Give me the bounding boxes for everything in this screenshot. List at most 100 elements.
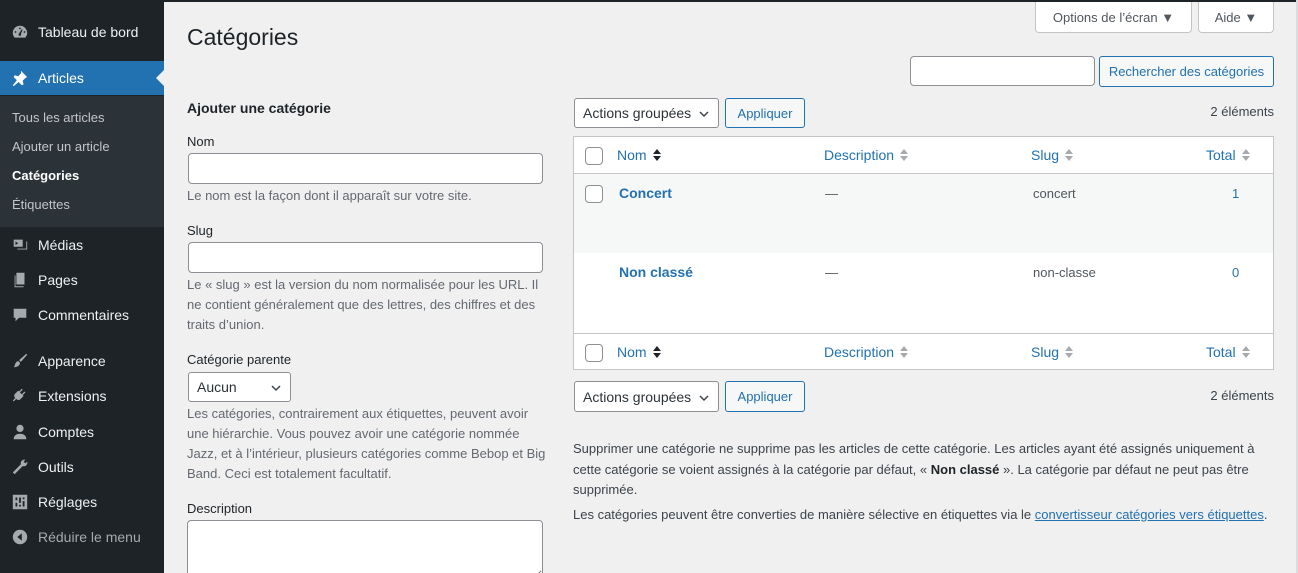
category-description: — — [825, 186, 838, 201]
column-count-footer[interactable]: Total — [1206, 344, 1251, 360]
default-category-name: Non classé — [930, 461, 1000, 477]
menu-settings[interactable]: Réglages — [0, 485, 164, 519]
apply-button-bottom[interactable]: Appliquer — [725, 381, 805, 412]
menu-media[interactable]: Médias — [0, 228, 164, 262]
menu-label: Réduire le menu — [38, 529, 141, 545]
sort-icon — [652, 346, 661, 358]
help-button[interactable]: Aide ▼ — [1198, 2, 1274, 33]
collapse-icon — [10, 527, 30, 547]
items-count-top: 2 éléments — [1210, 104, 1274, 119]
chevron-down-icon — [698, 391, 710, 403]
plugin-icon — [10, 386, 30, 406]
search-categories-button[interactable]: Rechercher des catégories — [1099, 56, 1274, 87]
sort-icon — [1241, 346, 1250, 358]
parent-label: Catégorie parente — [187, 352, 292, 367]
column-count-label: Total — [1206, 147, 1236, 163]
menu-label: Pages — [38, 272, 78, 288]
menu-dashboard[interactable]: Tableau de bord — [0, 15, 164, 49]
bulk-select-value: Actions groupées — [583, 388, 692, 405]
categories-table: Nom Description Slug Total Concert — con… — [573, 136, 1274, 370]
column-description-footer[interactable]: Description — [824, 344, 909, 360]
name-field[interactable] — [188, 153, 543, 184]
table-row: Concert — concert 1 — [574, 174, 1273, 253]
menu-pages[interactable]: Pages — [0, 263, 164, 297]
wrench-icon — [10, 457, 30, 477]
name-label: Nom — [187, 134, 215, 149]
menu-users[interactable]: Comptes — [0, 415, 164, 449]
apply-button-top[interactable]: Appliquer — [725, 98, 805, 128]
menu-label: Outils — [38, 459, 74, 475]
select-all-checkbox[interactable] — [585, 147, 603, 165]
category-description: — — [825, 265, 838, 280]
delete-category-note: Supprimer une catégorie ne supprime pas … — [573, 439, 1273, 501]
menu-label: Extensions — [38, 388, 107, 404]
submenu-categories[interactable]: Catégories — [12, 168, 79, 183]
category-slug: non-classe — [1033, 265, 1096, 280]
menu-comments[interactable]: Commentaires — [0, 298, 164, 332]
menu-label: Comptes — [38, 424, 95, 440]
sort-icon — [652, 149, 661, 161]
column-name[interactable]: Nom — [617, 147, 662, 163]
menu-label: Réglages — [38, 494, 98, 510]
column-name-label: Nom — [617, 344, 647, 360]
paintbrush-icon — [10, 351, 30, 371]
category-name-link[interactable]: Non classé — [619, 264, 693, 280]
screen-options-button[interactable]: Options de l’écran ▼ — [1035, 2, 1192, 33]
converter-note: Les catégories peuvent être converties d… — [573, 505, 1273, 526]
column-description[interactable]: Description — [824, 147, 909, 163]
column-description-label: Description — [824, 147, 895, 163]
items-count-bottom: 2 éléments — [1210, 388, 1274, 403]
submenu-all-posts[interactable]: Tous les articles — [12, 110, 104, 125]
comment-icon — [10, 305, 30, 325]
category-count-link[interactable]: 0 — [1232, 265, 1239, 280]
submenu-tags[interactable]: Étiquettes — [12, 197, 70, 212]
menu-plugins[interactable]: Extensions — [0, 379, 164, 413]
description-field[interactable] — [187, 520, 543, 573]
column-count-label: Total — [1206, 344, 1236, 360]
collapse-menu[interactable]: Réduire le menu — [0, 520, 164, 554]
table-row: Non classé — non-classe 0 — [574, 253, 1273, 332]
column-slug-label: Slug — [1031, 147, 1060, 163]
category-count-link[interactable]: 1 — [1232, 186, 1239, 201]
settings-icon — [10, 492, 30, 512]
parent-category-select[interactable]: Aucun — [188, 372, 291, 402]
bulk-select-value: Actions groupées — [583, 105, 692, 121]
submenu-add-post[interactable]: Ajouter un article — [12, 139, 110, 154]
add-category-heading: Ajouter une catégorie — [187, 100, 331, 116]
menu-label: Apparence — [38, 353, 106, 369]
slug-field[interactable] — [188, 242, 543, 273]
menu-tools[interactable]: Outils — [0, 450, 164, 484]
menu-label: Médias — [38, 237, 84, 253]
menu-appearance[interactable]: Apparence — [0, 344, 164, 378]
page-title: Catégories — [187, 24, 299, 50]
pages-icon — [10, 270, 30, 290]
parent-help: Les catégories, contrairement aux étique… — [187, 406, 546, 481]
column-slug[interactable]: Slug — [1031, 147, 1074, 163]
admin-sidebar: Tableau de bord Articles Tous les articl… — [0, 0, 164, 573]
category-name-link[interactable]: Concert — [619, 185, 672, 201]
table-footer: Nom Description Slug Total — [574, 333, 1273, 370]
column-slug-label: Slug — [1031, 344, 1060, 360]
pushpin-icon — [10, 68, 30, 88]
column-slug-footer[interactable]: Slug — [1031, 344, 1074, 360]
menu-label: Articles — [38, 70, 84, 86]
table-header: Nom Description Slug Total — [574, 137, 1273, 174]
menu-posts[interactable]: Articles — [0, 61, 164, 95]
row-checkbox[interactable] — [585, 185, 603, 203]
column-name-footer[interactable]: Nom — [617, 344, 662, 360]
sort-icon — [900, 346, 909, 358]
slug-label: Slug — [187, 223, 214, 238]
search-input[interactable] — [910, 56, 1095, 86]
name-help: Le nom est la façon dont il apparaît sur… — [187, 188, 472, 203]
posts-submenu: Tous les articles Ajouter un article Cat… — [0, 96, 164, 227]
sort-icon — [1065, 346, 1074, 358]
column-count[interactable]: Total — [1206, 147, 1251, 163]
select-all-checkbox-bottom[interactable] — [585, 344, 603, 362]
converter-link[interactable]: convertisseur catégories vers étiquettes — [1035, 507, 1264, 522]
bulk-actions-select-top[interactable]: Actions groupées — [574, 98, 719, 128]
bulk-actions-select-bottom[interactable]: Actions groupées — [574, 381, 719, 412]
menu-label: Commentaires — [38, 307, 130, 323]
column-description-label: Description — [824, 344, 895, 360]
sort-icon — [900, 149, 909, 161]
description-label: Description — [187, 501, 253, 516]
